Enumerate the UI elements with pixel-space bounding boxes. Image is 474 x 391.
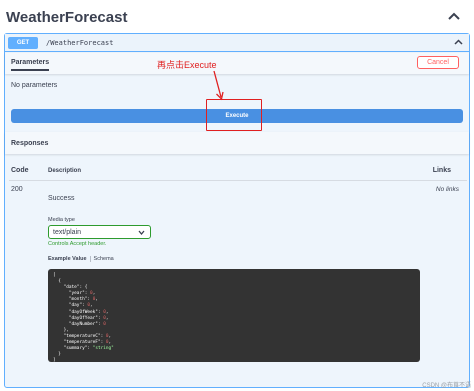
responses-header: Responses bbox=[5, 132, 469, 154]
media-type-label: Media type bbox=[48, 217, 75, 223]
responses-title: Responses bbox=[11, 139, 49, 147]
tab-example-value[interactable]: Example Value bbox=[48, 256, 91, 262]
response-code: 200 bbox=[11, 186, 23, 193]
chevron-up-icon[interactable] bbox=[454, 38, 463, 47]
response-links: No links bbox=[435, 186, 459, 193]
tab-schema[interactable]: Schema bbox=[91, 256, 114, 262]
watermark: CSDN @布莨不语 bbox=[422, 383, 471, 389]
section-title: WeatherForecast bbox=[6, 8, 128, 26]
code-line: ] bbox=[53, 358, 56, 362]
section-header[interactable]: WeatherForecast bbox=[0, 0, 474, 34]
response-description: Success bbox=[48, 195, 75, 202]
controls-accept-text: Controls Accept header. bbox=[48, 241, 107, 247]
chevron-up-icon[interactable] bbox=[448, 11, 460, 23]
column-links: Links bbox=[432, 167, 451, 174]
operation-summary[interactable]: GET /WeatherForecast bbox=[5, 34, 469, 52]
chevron-down-icon bbox=[138, 230, 145, 236]
column-code: Code bbox=[11, 167, 29, 174]
operation-path: /WeatherForecast bbox=[46, 38, 114, 47]
highlight-box bbox=[206, 99, 262, 131]
example-code-block: [ { "date": { "year": 0, "month": 0, "da… bbox=[48, 269, 420, 362]
cancel-button[interactable]: Cancel bbox=[417, 56, 459, 69]
column-description: Description bbox=[48, 168, 82, 174]
no-parameters-text: No parameters bbox=[11, 82, 58, 89]
method-badge: GET bbox=[8, 36, 38, 49]
tab-parameters[interactable]: Parameters bbox=[11, 59, 50, 71]
operation-block: GET /WeatherForecast Parameters Cancel 再… bbox=[4, 33, 470, 388]
media-type-select[interactable]: text/plain bbox=[48, 225, 151, 239]
media-type-value: text/plain bbox=[53, 228, 82, 236]
divider bbox=[9, 180, 467, 181]
example-tabs: Example Value Schema bbox=[48, 256, 114, 262]
